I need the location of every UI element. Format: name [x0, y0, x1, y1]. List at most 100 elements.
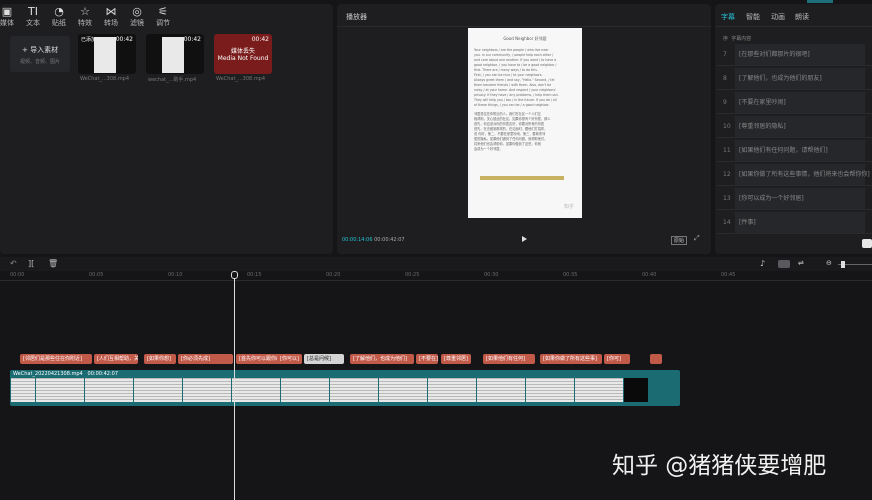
subtitle-row-text[interactable]: [件事] [735, 212, 865, 233]
subtitle-row-num: 10 [723, 123, 731, 130]
subtitle-row-text[interactable]: [在那些对们都那片的很吧] [735, 44, 865, 65]
zoom-out-icon[interactable]: ⊖ [826, 259, 832, 267]
video-clip-name: WeChat_20220421308.mp4 [13, 371, 83, 377]
video-frame [256, 378, 280, 402]
header-num: 序 [723, 36, 729, 42]
subtitle-clip[interactable]: [不要在] [416, 354, 438, 364]
subtitle-clip[interactable]: [你可] [604, 354, 630, 364]
playhead-handle[interactable] [231, 271, 238, 279]
video-frame [452, 378, 476, 402]
subtitle-row-text[interactable]: [如果你做了所有这些事情，他们将来也会帮你你] [735, 164, 870, 185]
media-thumbnail [94, 37, 116, 73]
video-frame [378, 378, 403, 402]
subtitle-row[interactable]: 12 [如果你做了所有这些事情，他们将来也会帮你你] [717, 164, 872, 186]
video-frame [501, 378, 525, 402]
subtitle-tabs-bar [715, 26, 872, 27]
ruler-line [0, 280, 872, 281]
video-frame [84, 378, 109, 402]
current-time: 00:00:14:06 [342, 237, 373, 243]
media-name: WeChat_...308.mp4 [80, 76, 130, 82]
microphone-icon[interactable]: ♪ [760, 259, 765, 268]
video-frame [403, 378, 427, 402]
import-media-button[interactable]: + 导入素材 视频、音频、图片 [10, 36, 70, 72]
player-time: 00:00:14:06 00:00:42:07 [342, 237, 405, 243]
media-missing-en: Media Not Found [217, 55, 269, 62]
toolbar-label: 滤镜 [130, 19, 144, 27]
subtitle-row-text[interactable]: [尊重邻居的隐私] [735, 116, 865, 137]
tab-smart[interactable]: 智能 [746, 12, 760, 22]
ruler-tick: 00:30 [484, 272, 499, 278]
split-icon[interactable]: ][ [28, 259, 34, 268]
subtitle-header: 序 字幕内容 [723, 35, 751, 42]
subtitle-clip[interactable]: [邻居们是那些住在你附近] [20, 354, 92, 364]
media-item-1[interactable]: 已添加 00:42 [78, 34, 136, 74]
video-frame [109, 378, 133, 402]
subtitle-clip-end[interactable] [650, 354, 662, 364]
subtitle-clip[interactable]: [了解他们，也成为他们] [350, 354, 414, 364]
subtitle-clip[interactable]: [你必须先成] [178, 354, 233, 364]
ruler-tick: 00:05 [89, 272, 104, 278]
subtitle-clip[interactable]: [总是问候] [304, 354, 344, 364]
ruler-tick: 00:35 [563, 272, 578, 278]
video-frame [207, 378, 231, 402]
subtitle-clip[interactable]: [你可以] [277, 354, 302, 364]
panel-action-button[interactable] [862, 239, 872, 248]
tab-reading[interactable]: 朗读 [795, 12, 809, 22]
subtitle-row[interactable]: 14 [件事] [717, 212, 872, 234]
subtitle-row[interactable]: 9 [不要在家里吵闹] [717, 92, 872, 114]
toolbar-label: 转场 [104, 19, 118, 27]
subtitle-row[interactable]: 13 [你可以成为一个好邻居] [717, 188, 872, 210]
video-frame [182, 378, 207, 402]
ruler-tick: 00:45 [721, 272, 736, 278]
video-frame [280, 378, 305, 402]
video-frames [10, 378, 680, 402]
video-frame [35, 378, 60, 402]
media-thumbnail [162, 37, 184, 73]
subtitle-clip[interactable]: [如果他们有任何] [483, 354, 535, 364]
ruler-tick: 00:25 [405, 272, 420, 278]
video-frame [133, 378, 158, 402]
player-divider [337, 26, 711, 27]
export-button[interactable] [807, 0, 833, 3]
media-name: wechat_...助手.mp4 [148, 77, 197, 83]
media-item-2[interactable]: 00:42 [146, 34, 204, 74]
tab-subtitles[interactable]: 字幕 [721, 12, 735, 22]
toolbar-adjust[interactable]: ⚟ 调节 [148, 6, 178, 28]
subtitle-clip[interactable]: [尊重邻居] [441, 354, 471, 364]
doc-title: Good Neighbor 好邻居 [503, 36, 547, 41]
media-duration: 00:42 [183, 36, 201, 43]
subtitle-clip[interactable]: [如果你做了所有这些事] [540, 354, 602, 364]
delete-icon[interactable]: 🗑 [48, 259, 58, 268]
zoom-slider-handle[interactable] [841, 261, 845, 268]
subtitle-row[interactable]: 8 [了解他们，也成为他们的朋友] [717, 68, 872, 90]
play-icon[interactable] [522, 236, 527, 242]
player-video-frame: Good Neighbor 好邻居 Your neighbors / are t… [468, 28, 582, 218]
plus-icon: + [22, 46, 28, 54]
undo-icon[interactable]: ↶ [10, 259, 17, 268]
subtitle-clip[interactable]: [人们互相帮助，关心] [94, 354, 138, 364]
subtitle-row[interactable]: 7 [在那些对们都那片的很吧] [717, 44, 872, 66]
ratio-button[interactable]: 原始 [671, 236, 688, 245]
import-hint: 视频、音频、图片 [20, 59, 61, 65]
snap-toggle[interactable] [778, 260, 790, 268]
link-icon[interactable]: ⇌ [798, 259, 804, 267]
subtitle-row-text[interactable]: [你可以成为一个好邻居] [735, 188, 865, 209]
media-item-3[interactable]: 00:42 媒体丢失 Media Not Found [214, 34, 272, 74]
playhead[interactable] [234, 273, 235, 500]
subtitle-row-text[interactable]: [如果他们有任何问题，请帮他们] [735, 140, 865, 161]
subtitle-row-text[interactable]: [了解他们，也成为他们的朋友] [735, 68, 865, 89]
subtitle-row-num: 13 [723, 195, 731, 202]
video-clip[interactable]: WeChat_20220421308.mp4 00:00:42:07 [10, 370, 680, 406]
subtitle-row[interactable]: 10 [尊重邻居的隐私] [717, 116, 872, 138]
video-frame [623, 378, 648, 402]
subtitle-row-text[interactable]: [不要在家里吵闹] [735, 92, 865, 113]
subtitle-row[interactable]: 11 [如果他们有任何问题，请帮他们] [717, 140, 872, 162]
toolbar-label: 文本 [26, 19, 40, 27]
doc-highlight [480, 176, 564, 180]
fullscreen-icon[interactable]: ⤢ [694, 234, 700, 243]
tab-animation[interactable]: 动画 [771, 12, 785, 22]
toolbar-label: 特效 [78, 19, 92, 27]
doc-line: 会成为一个好邻居。 [474, 147, 503, 151]
video-frame [550, 378, 574, 402]
subtitle-clip[interactable]: [如果你想] [144, 354, 176, 364]
